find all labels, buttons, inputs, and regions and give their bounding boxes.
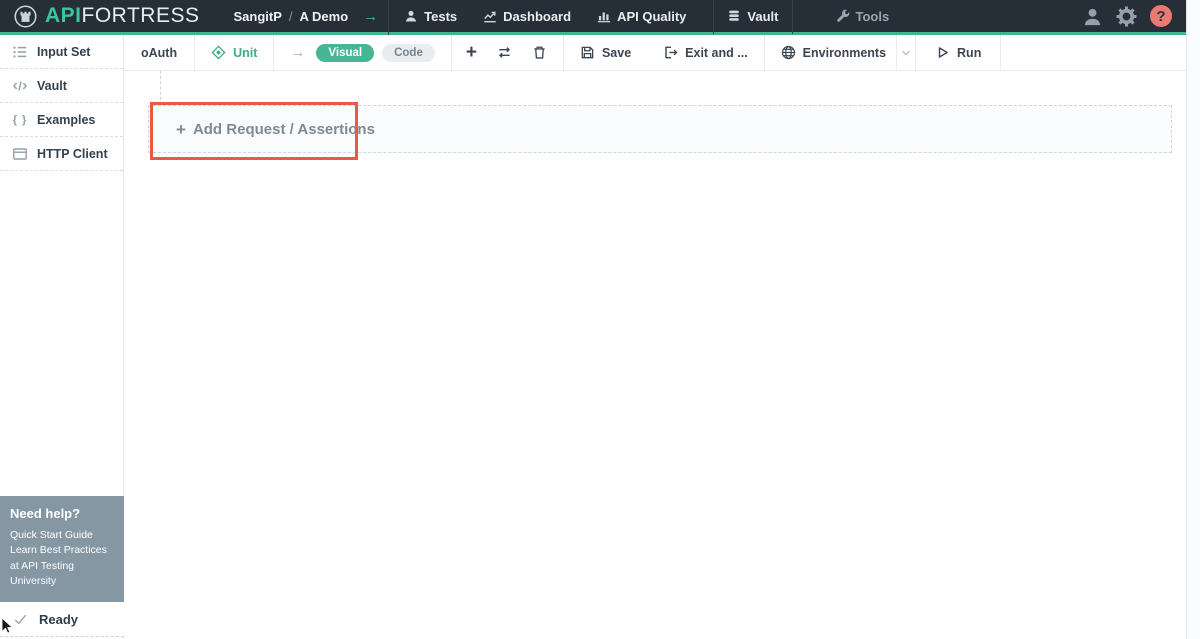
left-sidebar: Input Set Vault { } Examples HTTP Client… bbox=[0, 35, 124, 639]
sidebar-item-label: Examples bbox=[37, 112, 96, 127]
sidebar-item-examples[interactable]: { } Examples bbox=[0, 103, 123, 137]
navbar-right-actions: ? bbox=[1082, 5, 1178, 27]
environments-label: Environments bbox=[802, 45, 887, 60]
sidebar-item-input-set[interactable]: Input Set bbox=[0, 35, 123, 69]
checkmark-icon bbox=[14, 614, 27, 625]
visual-mode-button[interactable]: Visual bbox=[316, 43, 375, 62]
line-chart-icon bbox=[484, 11, 496, 23]
list-icon bbox=[13, 46, 27, 57]
mouse-cursor bbox=[1, 617, 14, 634]
nav-item-label: Dashboard bbox=[503, 8, 572, 24]
help-box-title: Need help? bbox=[10, 506, 81, 522]
save-button[interactable]: Save bbox=[564, 35, 647, 70]
wrench-icon bbox=[836, 9, 849, 22]
brand-name: API FORTRESS bbox=[45, 4, 199, 28]
nav-item-tests[interactable]: Tests bbox=[391, 0, 470, 32]
app-window: API FORTRESS SangitP / A Demo → Tests Das… bbox=[0, 0, 1200, 639]
oauth-button[interactable]: oAuth bbox=[124, 35, 196, 70]
person-icon bbox=[406, 10, 417, 22]
vertical-scrollbar[interactable] bbox=[1186, 0, 1200, 639]
sidebar-item-label: Vault bbox=[37, 78, 67, 93]
save-label: Save bbox=[601, 45, 632, 60]
nav-item-api-quality[interactable]: API Quality bbox=[584, 0, 699, 32]
exit-icon bbox=[665, 46, 678, 59]
sidebar-item-vault[interactable]: Vault bbox=[0, 69, 123, 103]
database-icon bbox=[729, 10, 740, 21]
sidebar-item-http-client[interactable]: HTTP Client bbox=[0, 137, 123, 171]
top-navbar: API FORTRESS SangitP / A Demo → Tests Das… bbox=[0, 0, 1186, 35]
add-request-label: Add Request / Assertions bbox=[192, 120, 375, 138]
exit-label: Exit and ... bbox=[685, 45, 748, 60]
globe-icon bbox=[781, 45, 795, 60]
mode-arrow-icon: → bbox=[290, 44, 306, 61]
fortress-logo-icon bbox=[14, 4, 37, 28]
help-link-quick-start[interactable]: Quick Start Guide bbox=[10, 528, 115, 543]
plus-icon: + bbox=[465, 42, 477, 63]
play-icon bbox=[938, 47, 948, 58]
nav-item-label: Tools bbox=[855, 8, 890, 24]
code-icon bbox=[12, 80, 28, 91]
nav-item-vault[interactable]: Vault bbox=[714, 0, 791, 34]
run-button[interactable]: Run bbox=[916, 35, 1002, 70]
exit-and-save-button[interactable]: Exit and ... bbox=[647, 35, 765, 70]
swap-arrows-icon bbox=[498, 47, 510, 58]
brand-logo[interactable]: API FORTRESS bbox=[10, 0, 203, 32]
nav-vault-group: Vault bbox=[713, 0, 793, 34]
settings-gear-icon[interactable] bbox=[1116, 6, 1137, 27]
nav-item-label: API Quality bbox=[617, 8, 687, 24]
nav-item-label: Tests bbox=[424, 8, 458, 24]
add-plus-icon: + bbox=[176, 119, 186, 139]
nav-item-tools[interactable]: Tools bbox=[823, 0, 903, 32]
braces-icon: { } bbox=[12, 113, 28, 126]
oauth-label: oAuth bbox=[141, 45, 178, 60]
run-label: Run bbox=[957, 45, 982, 60]
reorder-button[interactable] bbox=[487, 35, 522, 70]
breadcrumb-arrow-icon: → bbox=[363, 7, 379, 25]
help-button[interactable]: ? bbox=[1150, 5, 1172, 27]
status-text: Ready bbox=[39, 611, 79, 627]
nav-item-label: Vault bbox=[747, 8, 779, 24]
unit-test-type-button[interactable]: Unit bbox=[195, 35, 275, 70]
help-link-best-practices[interactable]: Learn Best Practices at API Testing Univ… bbox=[10, 543, 115, 589]
environments-dropdown-button[interactable] bbox=[896, 35, 917, 70]
breadcrumb-user: SangitP bbox=[233, 8, 282, 24]
add-request-assertions-button[interactable]: + Add Request / Assertions bbox=[148, 105, 1172, 153]
breadcrumb-project: A Demo bbox=[299, 8, 349, 24]
save-floppy-icon bbox=[581, 46, 594, 59]
add-component-button[interactable]: + bbox=[452, 35, 487, 70]
sidebar-item-label: HTTP Client bbox=[37, 146, 108, 161]
delete-button[interactable] bbox=[522, 35, 564, 70]
navbar-divider bbox=[388, 0, 390, 35]
editor-mode-toggle: → Visual Code bbox=[274, 35, 452, 70]
chevron-down-icon bbox=[902, 50, 911, 55]
unit-label: Unit bbox=[233, 45, 258, 60]
need-help-box: Need help? Quick Start Guide Learn Best … bbox=[0, 496, 124, 602]
tree-connector-line bbox=[160, 71, 161, 105]
browser-window-icon bbox=[13, 147, 27, 160]
help-glyph: ? bbox=[1156, 7, 1166, 25]
brand-primary: API bbox=[45, 4, 82, 27]
trash-icon bbox=[534, 46, 545, 59]
composer-toolbar: oAuth Unit → Visual Code + Save Exit and… bbox=[124, 35, 1186, 71]
nav-item-dashboard[interactable]: Dashboard bbox=[470, 0, 584, 32]
environments-button[interactable]: Environments bbox=[765, 35, 896, 70]
code-mode-button[interactable]: Code bbox=[382, 43, 435, 62]
user-account-icon[interactable] bbox=[1082, 6, 1103, 27]
test-composer-canvas: + Add Request / Assertions bbox=[125, 71, 1186, 639]
bar-chart-icon bbox=[597, 12, 611, 23]
unit-diamond-icon bbox=[211, 45, 226, 60]
sidebar-item-label: Input Set bbox=[37, 44, 91, 59]
brand-secondary: FORTRESS bbox=[81, 4, 200, 27]
status-bar: Ready bbox=[0, 602, 124, 637]
breadcrumb-separator: / bbox=[288, 8, 293, 24]
breadcrumb[interactable]: SangitP / A Demo → bbox=[233, 8, 378, 25]
